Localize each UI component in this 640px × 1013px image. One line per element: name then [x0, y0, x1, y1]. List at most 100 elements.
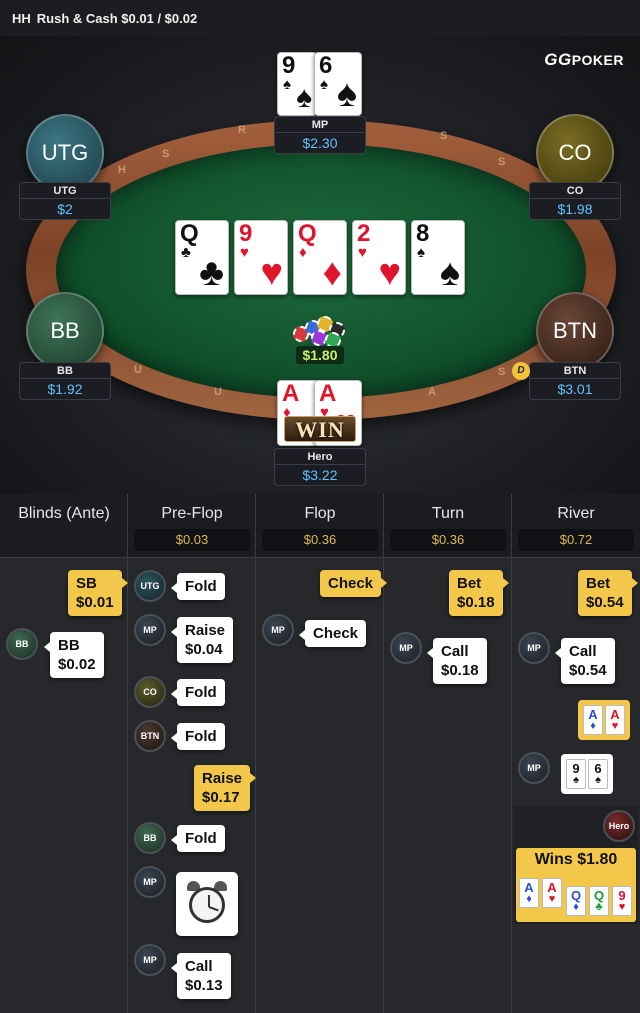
bb-seat-avatar[interactable]: BB	[26, 292, 104, 370]
hero-show-bubble: A ♦ A ♥	[578, 700, 630, 740]
poker-table: GGPOKER S R S H S U U S A € 9 ♠ ♠ 6 ♠ ♠ …	[0, 36, 640, 494]
action-bubble: Fold	[171, 679, 225, 706]
position-badge-mp: MP	[518, 752, 550, 784]
hero-action-bubble: Bet $0.18	[449, 570, 509, 616]
rail-letter: S	[162, 148, 170, 160]
seat-stack: $3.22	[302, 467, 338, 483]
rail-letter: S	[498, 366, 506, 378]
bb-seat-info[interactable]: BB $1.92	[19, 362, 111, 400]
game-title: Rush & Cash $0.01 / $0.02	[36, 10, 198, 26]
shown-card: A ♦	[583, 705, 603, 735]
column-divider	[511, 494, 512, 1013]
winning-card: Q ♣	[589, 886, 609, 916]
position-badge-mp: MP	[134, 944, 166, 976]
seat-stack: $2.30	[302, 135, 338, 151]
header-preflop: Pre-Flop $0.03	[128, 494, 256, 558]
position-badge-hero: Hero	[603, 810, 635, 842]
seat-stack: $1.92	[47, 381, 83, 397]
bb-post-bubble: BB $0.02	[44, 632, 104, 678]
seat-stack: $1.98	[557, 201, 593, 217]
street-pot: $0.72	[518, 529, 634, 551]
mp-seat-info[interactable]: MP $2.30	[274, 116, 366, 154]
seat-name: BB	[20, 363, 110, 379]
sb-post-bubble: SB $0.01	[68, 570, 128, 616]
winning-card: Q ♦	[566, 886, 586, 916]
rail-letter: S	[498, 156, 506, 168]
hand-history-screen: HH Rush & Cash $0.01 / $0.02 GGPOKER S R…	[0, 0, 640, 1013]
position-badge-utg: UTG	[134, 570, 166, 602]
board-card: Q ♣ ♣	[175, 220, 229, 295]
hero-seat-info[interactable]: Hero $3.22	[274, 448, 366, 486]
action-bubble: Fold	[171, 825, 225, 852]
ggpoker-logo: GGPOKER	[544, 50, 624, 69]
action-bubble: Call $0.18	[427, 638, 487, 684]
title-bar: HH Rush & Cash $0.01 / $0.02	[0, 0, 640, 36]
seat-name: UTG	[20, 183, 110, 199]
shown-card: A ♥	[605, 705, 625, 735]
header-river: River $0.72	[512, 494, 640, 558]
street-pot: $0.03	[134, 529, 250, 551]
rail-letter: U	[134, 364, 142, 376]
action-bubble: Raise $0.04	[170, 617, 234, 663]
timebank-clock-icon	[176, 872, 238, 936]
position-badge-co: CO	[134, 676, 166, 708]
utg-seat-avatar[interactable]: UTG	[26, 114, 104, 192]
dealer-button: D	[512, 362, 530, 380]
position-badge-mp: MP	[518, 632, 550, 664]
street-headers: Blinds (Ante) Pre-Flop $0.03 Flop $0.36 Tu…	[0, 494, 640, 558]
street-pot: $0.36	[390, 529, 506, 551]
co-seat-avatar[interactable]: CO	[536, 114, 614, 192]
rail-letter: S	[440, 130, 448, 142]
action-bubble: Call $0.54	[555, 638, 615, 684]
shown-card: 6 ♠	[588, 759, 608, 789]
action-bubble: Call $0.13	[171, 953, 231, 999]
hero-action-bubble: Bet $0.54	[578, 570, 638, 616]
action-bubble: Fold	[171, 723, 225, 750]
seat-stack: $2	[57, 201, 73, 217]
utg-seat-info[interactable]: UTG $2	[19, 182, 111, 220]
game-code: HH	[12, 10, 31, 26]
winning-card: 9 ♥	[612, 886, 632, 916]
hero-action-bubble: Raise $0.17	[194, 765, 257, 811]
board-card: 2 ♥ ♥	[352, 220, 406, 295]
win-label: Wins $1.80	[534, 851, 618, 868]
seat-name: MP	[275, 117, 365, 133]
mp-hole-card: 9 ♠ ♠	[277, 52, 317, 116]
rail-letter: H	[118, 164, 126, 176]
shown-card: 9 ♠	[566, 759, 586, 789]
board-card: 9 ♥ ♥	[234, 220, 288, 295]
action-bubble: Check	[298, 620, 367, 647]
column-divider	[127, 494, 128, 1013]
position-badge-bb: BB	[134, 822, 166, 854]
column-divider	[255, 494, 256, 1013]
co-seat-info[interactable]: CO $1.98	[529, 182, 621, 220]
mp-hole-card: 6 ♠ ♠	[314, 52, 362, 116]
position-badge-mp: MP	[390, 632, 422, 664]
win-result: Wins $1.80 A ♦ A ♥ Q ♦ Q ♣ 9 ♥	[516, 848, 636, 922]
rail-letter: R	[238, 124, 246, 136]
position-badge-mp: MP	[134, 866, 166, 898]
position-badge-mp: MP	[262, 614, 294, 646]
win-badge: WIN	[284, 416, 356, 442]
header-blinds: Blinds (Ante)	[18, 505, 110, 522]
winning-card: A ♦	[519, 878, 539, 908]
column-divider	[383, 494, 384, 1013]
header-turn: Turn $0.36	[384, 494, 512, 558]
mp-show-bubble: 9 ♠ 6 ♠	[561, 754, 613, 794]
header-flop: Flop $0.36	[256, 494, 384, 558]
hero-action-bubble: Check	[320, 570, 388, 597]
seat-stack: $3.01	[557, 381, 593, 397]
winning-card: A ♥	[542, 878, 562, 908]
street-pot: $0.36	[262, 529, 378, 551]
seat-name: CO	[530, 183, 620, 199]
btn-seat-avatar[interactable]: BTN	[536, 292, 614, 370]
pot-chips-icon	[289, 316, 351, 348]
seat-name: Hero	[275, 449, 365, 465]
board-card: 8 ♠ ♠	[411, 220, 465, 295]
seat-name: BTN	[530, 363, 620, 379]
btn-seat-info[interactable]: BTN $3.01	[529, 362, 621, 400]
board-card: Q ♦ ♦	[293, 220, 347, 295]
action-bubble: Fold	[171, 573, 225, 600]
rail-letter: A	[428, 386, 436, 398]
position-badge-bb: BB	[6, 628, 38, 660]
